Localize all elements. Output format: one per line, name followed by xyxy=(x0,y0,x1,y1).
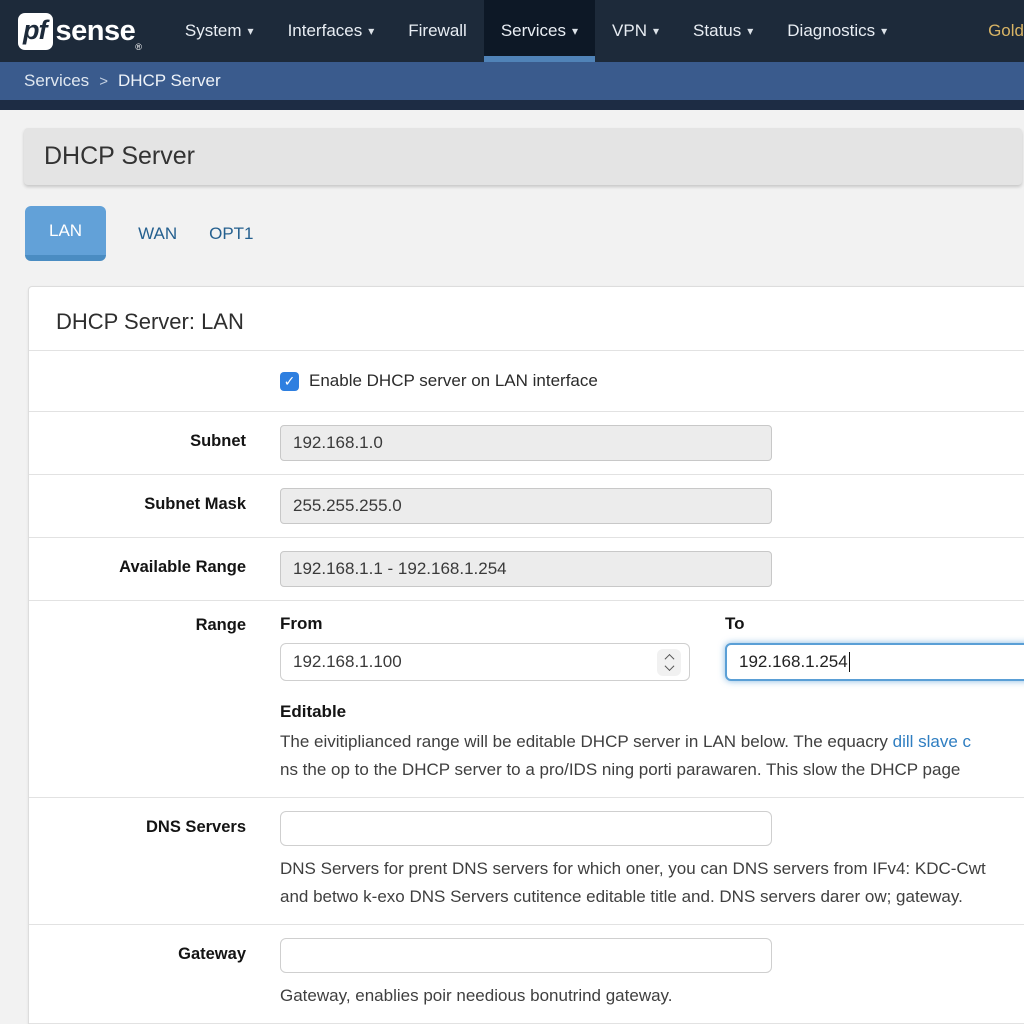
range-from-label: From xyxy=(280,614,690,634)
breadcrumb: Services > DHCP Server xyxy=(0,62,1024,100)
gateway-description: Gateway, enablies poir needious bonutrin… xyxy=(280,982,1024,1010)
tab-opt1[interactable]: OPT1 xyxy=(209,224,253,244)
text-cursor xyxy=(849,652,851,672)
available-range-row: Available Range 192.168.1.1 - 192.168.1.… xyxy=(29,537,1024,600)
tab-wan[interactable]: WAN xyxy=(138,224,177,244)
checkmark-icon: ✓ xyxy=(284,373,296,389)
caret-down-icon: ▾ xyxy=(653,24,659,38)
breadcrumb-page[interactable]: DHCP Server xyxy=(118,71,221,91)
subnet-row: Subnet 192.168.1.0 xyxy=(29,411,1024,474)
dns-servers-row: DNS Servers DNS Servers for prent DNS se… xyxy=(29,797,1024,924)
range-from-input[interactable]: 192.168.1.100 xyxy=(280,643,690,681)
caret-down-icon: ▾ xyxy=(572,24,578,38)
enable-dhcp-checkbox[interactable]: ✓ xyxy=(280,372,299,391)
tab-lan[interactable]: LAN xyxy=(25,206,106,261)
page-title-bar: DHCP Server xyxy=(24,128,1022,185)
available-range-label: Available Range xyxy=(56,551,246,577)
stepper-down-icon[interactable] xyxy=(664,661,674,671)
subnet-mask-row: Subnet Mask 255.255.255.0 xyxy=(29,474,1024,537)
pf-logo-box: pf xyxy=(18,13,53,50)
caret-down-icon: ▾ xyxy=(248,24,254,38)
caret-down-icon: ▾ xyxy=(747,24,753,38)
subnet-mask-label: Subnet Mask xyxy=(56,488,246,514)
dns-servers-input[interactable] xyxy=(280,811,772,846)
gateway-row: Gateway Gateway, enablies poir needious … xyxy=(29,924,1024,1023)
nav-item-vpn[interactable]: VPN ▾ xyxy=(595,0,676,62)
interface-tabs: LAN WAN OPT1 xyxy=(25,206,1024,261)
nav-item-interfaces[interactable]: Interfaces ▾ xyxy=(271,0,392,62)
editable-heading: Editable xyxy=(280,702,1024,722)
nav-item-system[interactable]: System ▾ xyxy=(168,0,271,62)
number-stepper[interactable] xyxy=(657,649,681,676)
dns-servers-label: DNS Servers xyxy=(56,811,246,837)
breadcrumb-separator-icon: > xyxy=(99,73,108,90)
nav-item-gold[interactable]: Gold xyxy=(971,0,1024,62)
range-to-input[interactable]: 192.168.1.254 xyxy=(725,643,1024,681)
enable-dhcp-row: ✓ Enable DHCP server on LAN interface xyxy=(29,350,1024,411)
available-range-field: 192.168.1.1 - 192.168.1.254 xyxy=(280,551,772,587)
dhcp-server-panel: DHCP Server: LAN ✓ Enable DHCP server on… xyxy=(28,286,1024,1024)
pfsense-logo[interactable]: pf sense ® xyxy=(0,0,168,62)
caret-down-icon: ▾ xyxy=(368,24,374,38)
nav-item-status[interactable]: Status ▾ xyxy=(676,0,770,62)
range-row: Range From 192.168.1.100 To xyxy=(29,600,1024,797)
nav-item-services[interactable]: Services ▾ xyxy=(484,0,595,62)
subnet-label: Subnet xyxy=(56,425,246,451)
top-navbar: pf sense ® System ▾ Interfaces ▾ Firewal… xyxy=(0,0,1024,62)
subnet-mask-field: 255.255.255.0 xyxy=(280,488,772,524)
gateway-input[interactable] xyxy=(280,938,772,973)
panel-heading: DHCP Server: LAN xyxy=(29,287,1024,350)
range-description-line2: ns the op to the DHCP server to a pro/ID… xyxy=(280,756,1024,784)
range-to-label: To xyxy=(725,614,1024,634)
caret-down-icon: ▾ xyxy=(881,24,887,38)
dns-description-line1: DNS Servers for prent DNS servers for wh… xyxy=(280,855,1024,883)
page-title: DHCP Server xyxy=(44,142,1002,171)
registered-icon: ® xyxy=(135,42,142,52)
subnet-field: 192.168.1.0 xyxy=(280,425,772,461)
dns-description-line2: and betwo k-exo DNS Servers cutitence ed… xyxy=(280,883,1024,911)
nav-item-firewall[interactable]: Firewall xyxy=(391,0,484,62)
breadcrumb-shadow-strip xyxy=(0,100,1024,110)
range-description-line1: The eivitiplianced range will be editabl… xyxy=(280,728,1024,756)
gateway-label: Gateway xyxy=(56,938,246,964)
breadcrumb-section[interactable]: Services xyxy=(24,71,89,91)
range-description-link[interactable]: dill slave c xyxy=(893,732,971,751)
range-label: Range xyxy=(56,614,246,635)
nav-item-diagnostics[interactable]: Diagnostics ▾ xyxy=(770,0,904,62)
enable-dhcp-label: Enable DHCP server on LAN interface xyxy=(309,371,598,391)
